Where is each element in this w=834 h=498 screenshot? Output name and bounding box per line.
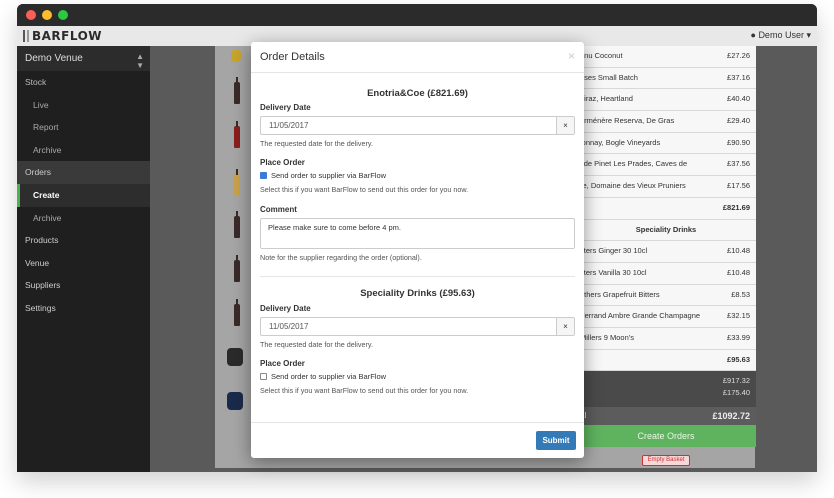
create-orders-button[interactable]: Create Orders — [576, 425, 756, 448]
basket-row: itters Ginger 30 10cl £10.48 — [576, 241, 756, 263]
delivery-date-label: Delivery Date — [260, 103, 311, 112]
order-details-modal: Order Details × Enotria&Coe (£821.69) De… — [251, 42, 584, 458]
delivery-date-label: Delivery Date — [260, 304, 311, 313]
logo-icon — [23, 30, 29, 42]
caret-down-icon: ▾ — [806, 30, 811, 40]
basket-row: others Grapefruit Bitters £8.53 — [576, 284, 756, 307]
basket: anu Coconut £27.26 oses Small Batch £37.16… — [576, 46, 756, 467]
user-name: Demo User — [758, 30, 804, 40]
modal-footer: Submit — [251, 422, 584, 458]
basket-row: Millers 9 Moon's £33.99 — [576, 327, 756, 350]
basket-row: arménère Reserva, De Gras £29.40 — [576, 111, 756, 133]
sidebar-item-live[interactable]: Live — [17, 94, 150, 117]
close-icon[interactable]: × — [568, 49, 575, 63]
submit-button[interactable]: Submit — [536, 431, 576, 450]
supplier-title: Speciality Drinks (£95.63) — [360, 288, 475, 299]
delivery-date-value: 11/05/2017 — [269, 121, 309, 130]
place-order-label: Place Order — [260, 359, 305, 368]
sidebar: Demo Venue ▲ ▼ Stock Live Report Archive O… — [17, 46, 150, 472]
delivery-date-help: The requested date for the delivery. — [260, 139, 373, 148]
sidebar-item-stock[interactable]: Stock — [17, 71, 150, 94]
comment-help: Note for the supplier regarding the orde… — [260, 253, 422, 262]
comment-textarea[interactable]: Please make sure to come before 4 pm. — [260, 218, 575, 249]
send-order-label: Send order to supplier via BarFlow — [271, 372, 387, 381]
basket-row: hiraz, Heartland £40.40 — [576, 89, 756, 112]
product-image — [234, 169, 240, 196]
modal-title: Order Details — [260, 51, 325, 63]
delivery-date-help: The requested date for the delivery. — [260, 340, 373, 349]
sidebar-item-venue[interactable]: Venue — [17, 252, 150, 275]
logo[interactable]: BARFLOW — [23, 29, 102, 43]
product-image — [234, 77, 240, 104]
basket-row: anu Coconut £27.26 — [576, 46, 756, 68]
delivery-date-input[interactable]: 11/05/2017 × — [260, 317, 575, 336]
product-image — [227, 392, 243, 410]
venue-selector[interactable]: Demo Venue ▲ ▼ — [17, 46, 150, 71]
close-window-icon[interactable] — [26, 10, 36, 20]
place-order-help: Select this if you want BarFlow to send … — [260, 185, 469, 194]
delivery-date-value: 11/05/2017 — [269, 322, 309, 331]
product-image — [234, 255, 240, 282]
maximize-window-icon[interactable] — [58, 10, 68, 20]
title-bar — [17, 4, 817, 26]
delivery-date-input[interactable]: 11/05/2017 × — [260, 116, 575, 135]
empty-basket-button[interactable]: Empty Basket — [642, 455, 690, 467]
place-order-help: Select this if you want BarFlow to send … — [260, 386, 469, 395]
sidebar-item-products[interactable]: Products — [17, 229, 150, 252]
basket-row: re, Domaine des Vieux Pruniers £17.56 — [576, 176, 756, 198]
product-image — [234, 211, 240, 238]
minimize-window-icon[interactable] — [42, 10, 52, 20]
sidebar-item-orders[interactable]: Orders — [17, 161, 150, 184]
basket-row: l de Pinet Les Prades, Caves de £37.56 — [576, 154, 756, 177]
basket-subtotal: £95.63 — [576, 349, 756, 372]
sidebar-item-suppliers[interactable]: Suppliers — [17, 274, 150, 297]
basket-row: Ferrand Ambre Grande Champagne £32.15 — [576, 306, 756, 328]
section-divider — [260, 276, 575, 277]
basket-total: al£1092.72 — [576, 407, 756, 426]
clear-date-button[interactable]: × — [556, 318, 574, 335]
send-order-label: Send order to supplier via BarFlow — [271, 171, 387, 180]
basket-row: itters Vanilla 30 10cl £10.48 — [576, 262, 756, 285]
modal-header: Order Details × — [251, 42, 584, 73]
select-arrows-icon: ▲ ▼ — [136, 52, 144, 70]
logo-text: BARFLOW — [32, 29, 103, 43]
user-icon: ● — [750, 30, 756, 40]
send-order-option[interactable]: Send order to supplier via BarFlow — [260, 372, 386, 381]
basket-summary: £917.32 £175.40 — [576, 371, 756, 408]
send-order-option[interactable]: Send order to supplier via BarFlow — [260, 171, 386, 180]
user-menu[interactable]: ● Demo User ▾ — [750, 30, 811, 41]
product-image — [234, 121, 240, 148]
product-image — [227, 348, 243, 366]
sidebar-item-orders-archive[interactable]: Archive — [17, 207, 150, 230]
sidebar-item-settings[interactable]: Settings — [17, 297, 150, 320]
sidebar-item-stock-archive[interactable]: Archive — [17, 139, 150, 162]
send-order-checkbox[interactable] — [260, 373, 267, 380]
supplier-title: Enotria&Coe (£821.69) — [367, 88, 468, 99]
basket-row: oses Small Batch £37.16 — [576, 67, 756, 90]
place-order-label: Place Order — [260, 158, 305, 167]
clear-date-button[interactable]: × — [556, 117, 574, 134]
product-image — [231, 50, 241, 62]
basket-section-title: Speciality Drinks — [576, 219, 756, 242]
venue-name: Demo Venue — [25, 53, 83, 64]
product-image — [234, 299, 240, 326]
send-order-checkbox[interactable] — [260, 172, 267, 179]
sidebar-item-create[interactable]: Create — [17, 183, 150, 207]
basket-subtotal: £821.69 — [576, 197, 756, 220]
basket-row: lonnay, Bogle Vineyards £90.90 — [576, 132, 756, 155]
sidebar-item-report[interactable]: Report — [17, 116, 150, 139]
comment-label: Comment — [260, 205, 297, 214]
